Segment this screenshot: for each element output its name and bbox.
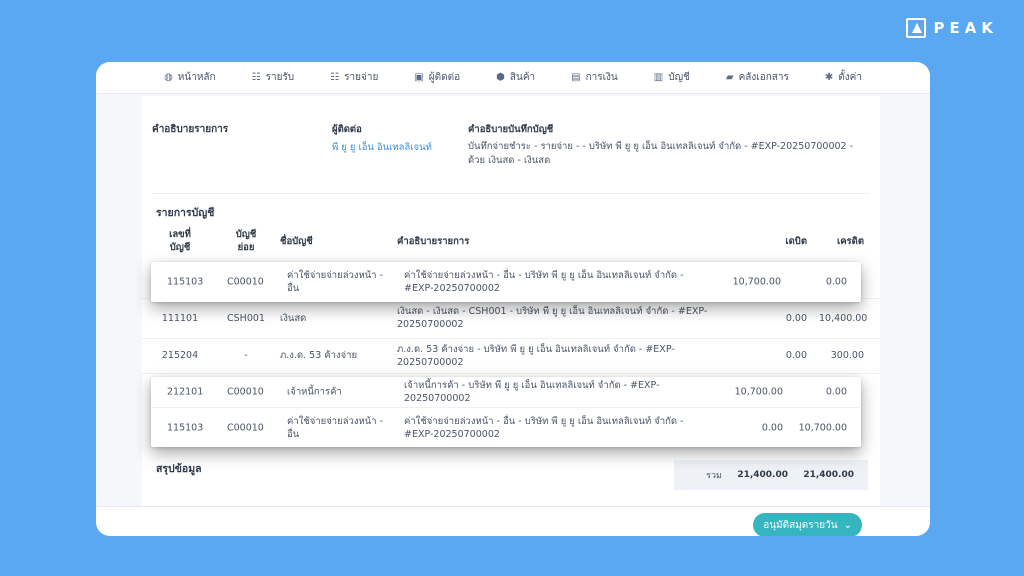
- contact-title: ผู้ติดต่อ: [332, 124, 362, 135]
- cell-account-code: 212101: [167, 386, 204, 398]
- product-box-icon: ⬢: [496, 72, 505, 83]
- total-debit: 21,400.00: [737, 470, 788, 480]
- cell-description: เจ้าหนี้การค้า - บริษัท พี ยู ยู เอ็น อิ…: [404, 380, 660, 404]
- highlighted-entry-card[interactable]: 115103 C00010 ค่าใช้จ่ายจ่ายล่วงหน้า - อ…: [151, 262, 861, 302]
- cell-account-code: 111101: [142, 298, 218, 339]
- nav-item-label: หน้าหลัก: [177, 72, 216, 83]
- nav-item-label: บัญชี: [668, 72, 690, 83]
- brand-logo: PEAK: [905, 18, 998, 38]
- cell-credit: 0.00: [825, 386, 847, 398]
- cell-sub-account: C00010: [227, 422, 264, 433]
- nav-item-label: ตั้งค่า: [838, 72, 862, 83]
- table-row[interactable]: 115103 C00010 ค่าใช้จ่ายจ่ายล่วงหน้า - อ…: [151, 407, 861, 447]
- nav-item-expense[interactable]: ☷ รายจ่าย: [330, 70, 378, 85]
- cell-sub-account: -: [218, 338, 274, 374]
- ledger-icon: ▥: [653, 72, 664, 83]
- header-account-name: ชื่อบัญชี: [280, 235, 313, 247]
- table-row[interactable]: 212101 C00010 เจ้าหนี้การค้า เจ้าหนี้การ…: [151, 377, 861, 407]
- nav-item-settings[interactable]: ✱ ตั้งค่า: [825, 70, 862, 85]
- money-icon: ▤: [571, 72, 581, 83]
- nav-item-finance[interactable]: ▤ การเงิน: [571, 70, 618, 85]
- memo-text: บันทึกจ่ายชำระ - รายจ่าย - - บริษัท พี ย…: [468, 141, 854, 166]
- cell-account-name: ค่าใช้จ่ายจ่ายล่วงหน้า - อื่น: [287, 415, 384, 440]
- summary-totals: รวม 21,400.00 21,400.00: [674, 460, 868, 490]
- cell-credit: 10,400.00: [813, 298, 880, 339]
- nav-item-label: การเงิน: [585, 72, 618, 83]
- cell-account-name: เงินสด: [274, 298, 391, 339]
- cell-account-name: ภ.ง.ด. 53 ค้างจ่าย: [274, 338, 391, 374]
- cell-sub-account: CSH001: [218, 298, 274, 339]
- accounts-section-title: รายการบัญชี: [156, 207, 215, 219]
- summary-title: สรุปข้อมูล: [156, 463, 202, 475]
- header-account-code: เลขที่ บัญชี: [169, 229, 191, 253]
- chevron-down-icon: ⌄: [843, 519, 852, 531]
- divider: [152, 193, 870, 194]
- cell-credit: 10,700.00: [798, 422, 847, 433]
- table-row[interactable]: 111101 CSH001 เงินสด เงินสด - เงินสด - C…: [142, 298, 880, 339]
- approve-journal-button[interactable]: อนุมัติสมุดรายวัน ⌄: [753, 513, 862, 536]
- footer-bar: อนุมัติสมุดรายวัน ⌄: [96, 506, 930, 536]
- contact-block: ผู้ติดต่อ พี ยู ยู เอ็น อินเทลลิเจนท์: [332, 122, 432, 155]
- contacts-icon: ▣: [414, 72, 424, 83]
- description-heading: คำอธิบายรายการ: [152, 124, 229, 135]
- top-navigation: ◍ หน้าหลัก ☷ รายรับ ☷ รายจ่าย ▣ ผู้ติดต่…: [96, 62, 930, 94]
- folder-icon: ▰: [725, 72, 734, 83]
- cell-debit: 0.00: [746, 338, 813, 374]
- cell-account-name: ค่าใช้จ่ายจ่ายล่วงหน้า - อื่น: [287, 270, 384, 294]
- total-credit: 21,400.00: [803, 470, 854, 480]
- brand-name: PEAK: [933, 19, 998, 37]
- contact-link[interactable]: พี ยู ยู เอ็น อินเทลลิเจนท์: [332, 140, 432, 155]
- cell-account-code: 115103: [167, 422, 204, 433]
- cell-account-code: 115103: [167, 276, 204, 288]
- cell-debit: 0.00: [761, 422, 783, 433]
- income-list-icon: ☷: [251, 72, 261, 83]
- header-debit: เดบิต: [785, 235, 807, 247]
- nav-item-label: รายรับ: [265, 72, 295, 83]
- header-credit: เครดิต: [836, 235, 864, 247]
- approve-label: อนุมัติสมุดรายวัน: [763, 519, 838, 531]
- nav-item-label: ผู้ติดต่อ: [428, 72, 461, 83]
- cell-debit: 10,700.00: [734, 386, 783, 398]
- dashboard-icon: ◍: [164, 72, 173, 83]
- memo-title: คำอธิบายบันทึกบัญชี: [468, 124, 554, 135]
- expense-list-icon: ☷: [330, 72, 340, 83]
- total-label: รวม: [706, 471, 722, 481]
- nav-item-documents[interactable]: ▰ คลังเอกสาร: [726, 70, 789, 85]
- cell-description: เงินสด - เงินสด - CSH001 - บริษัท พี ยู …: [391, 298, 746, 339]
- cell-description: ค่าใช้จ่ายจ่ายล่วงหน้า - อื่น - บริษัท พ…: [404, 270, 684, 294]
- highlighted-entry-card[interactable]: 212101 C00010 เจ้าหนี้การค้า เจ้าหนี้การ…: [151, 377, 861, 447]
- cell-account-code: 215204: [142, 338, 218, 374]
- cell-description: ภ.ง.ด. 53 ค้างจ่าย - บริษัท พี ยู ยู เอ็…: [391, 338, 746, 374]
- journal-info: คำอธิบายรายการ ผู้ติดต่อ พี ยู ยู เอ็น อ…: [152, 118, 870, 198]
- cell-sub-account: C00010: [227, 386, 264, 398]
- cell-credit: 300.00: [813, 338, 880, 374]
- cell-debit: 10,700.00: [732, 276, 781, 288]
- nav-item-accounting[interactable]: ▥ บัญชี: [654, 70, 690, 85]
- nav-item-label: รายจ่าย: [344, 72, 379, 83]
- gear-icon: ✱: [824, 72, 834, 83]
- peak-logo-icon: [905, 18, 926, 38]
- header-sub-account: บัญชี ย่อย: [235, 229, 257, 253]
- cell-debit: 0.00: [746, 298, 813, 339]
- nav-item-label: สินค้า: [509, 72, 536, 83]
- nav-item-home[interactable]: ◍ หน้าหลัก: [164, 70, 216, 85]
- table-header-row: เลขที่ บัญชี บัญชี ย่อย ชื่อบัญชี คำอธิบ…: [142, 224, 880, 258]
- nav-item-income[interactable]: ☷ รายรับ: [252, 70, 295, 85]
- table-row[interactable]: 115103 C00010 ค่าใช้จ่ายจ่ายล่วงหน้า - อ…: [151, 262, 861, 302]
- header-description: คำอธิบายรายการ: [397, 235, 470, 247]
- cell-credit: 0.00: [825, 276, 847, 288]
- nav-item-products[interactable]: ⬢ สินค้า: [496, 70, 535, 85]
- table-row[interactable]: 215204 - ภ.ง.ด. 53 ค้างจ่าย ภ.ง.ด. 53 ค้…: [142, 338, 880, 374]
- cell-description: ค่าใช้จ่ายจ่ายล่วงหน้า - อื่น - บริษัท พ…: [404, 415, 684, 440]
- cell-account-name: เจ้าหนี้การค้า: [287, 386, 342, 398]
- nav-item-label: คลังเอกสาร: [738, 72, 789, 83]
- nav-item-contacts[interactable]: ▣ ผู้ติดต่อ: [414, 70, 460, 85]
- memo-block: คำอธิบายบันทึกบัญชี บันทึกจ่ายชำระ - ราย…: [468, 122, 868, 168]
- cell-sub-account: C00010: [227, 276, 264, 288]
